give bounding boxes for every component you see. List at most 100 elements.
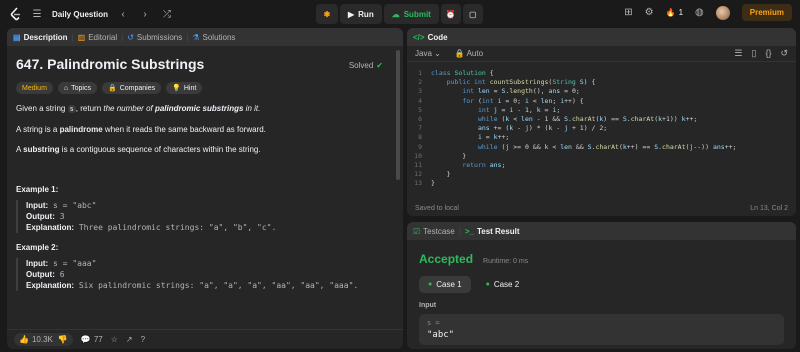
para1-bold-italic: palindromic substrings [154,104,244,113]
case-2-label: Case 2 [493,280,520,289]
thumbs-down-icon: 👎 [57,335,68,344]
input-box: s = "abc" [419,314,784,345]
inline-code: s [67,105,76,113]
hint-tag[interactable]: 💡 Hint [166,82,203,94]
bug-icon: ✱ [323,9,331,19]
example-2-explanation-value: Six palindromic strings: "a", "a", "a", … [78,281,359,290]
input-value: "abc" [427,330,455,340]
tab-description-label: Description [23,32,68,42]
example-2-block: Input: s = "aaa" Output: 6 Explanation: … [16,258,394,291]
settings-gear-icon[interactable]: ⚙ [645,7,654,18]
tab-code-label: Code [427,32,448,42]
solved-label: Solved [348,61,374,70]
reset-icon[interactable]: ↺ [780,48,788,59]
example-2-output-value: 6 [59,270,65,279]
shuffle-icon[interactable]: ⤮ [160,9,174,20]
submit-button[interactable]: ☁ Submit [383,4,439,24]
code-editor[interactable]: 1 class Solution { 2 public int countSubs… [407,62,796,189]
example-1-input: Input: s = "abc" [26,200,394,211]
format-icon[interactable]: ☰ [734,48,742,59]
help-button[interactable]: ? [141,335,145,344]
language-select[interactable]: Java ⌄ [415,49,441,58]
user-avatar[interactable] [715,5,730,20]
para1-text: , return [75,104,104,113]
debug-button[interactable]: ✱ [316,4,338,24]
para1-italic: in it. [243,104,261,113]
tab-divider: | [71,32,74,42]
description-paragraph-3: A substring is a contiguous sequence of … [16,144,394,155]
tag-list: Medium ⌂ Topics 🔒 Companies 💡 Hint [16,82,394,94]
example-1-output-value: 3 [59,212,65,221]
chevron-left-icon[interactable]: ‹ [116,9,130,20]
book-icon: ▥ [77,32,86,42]
chevron-right-icon[interactable]: › [138,9,152,20]
comments-button[interactable]: 💬 77 [81,335,103,344]
play-icon: ▶ [348,9,355,19]
mode-label: Auto [466,49,484,58]
favorite-button[interactable]: ☆ [111,335,118,344]
leetcode-logo-icon[interactable] [10,7,22,21]
run-button[interactable]: ▶ Run [340,4,382,24]
notes-button[interactable]: ▢ [462,4,483,24]
flask-icon: ⚗ [192,32,200,42]
case-1-tab[interactable]: ● Case 1 [419,276,471,293]
dislike-button[interactable]: 👎 [58,335,68,344]
bookmark-icon[interactable]: ▯ [751,48,756,59]
tab-solutions[interactable]: ⚗ Solutions [192,33,235,42]
layout-grid-icon[interactable]: ⊞ [624,7,632,18]
submit-label: Submit [403,9,431,19]
description-tabs: ▤ Description | ▥ Editorial | ↺ Submissions… [7,28,403,46]
page-title[interactable]: Daily Question [52,10,108,19]
document-icon: ▤ [13,32,21,42]
like-button[interactable]: 👍 10.3K [19,335,53,344]
problem-list-icon[interactable]: ☰ [30,9,44,20]
tab-editorial[interactable]: ▥ Editorial [78,33,117,42]
output-label: Output: [26,212,55,221]
streak-counter[interactable]: 🔥 1 [666,8,683,17]
explanation-label: Explanation: [26,281,75,290]
problem-title[interactable]: 647. Palindromic Substrings [16,56,394,72]
notifications-icon[interactable]: ◍ [695,7,704,18]
share-button[interactable]: ↗ [126,335,133,344]
tab-code[interactable]: </> Code [413,33,448,42]
lightbulb-icon: 💡 [172,85,181,92]
tab-testcase[interactable]: ☑ Testcase [413,227,455,236]
description-scrollbar[interactable] [396,50,400,180]
case-tabs: ● Case 1 ● Case 2 [419,276,784,293]
auto-mode-toggle[interactable]: 🔒 Auto [455,49,483,58]
thumbs-up-icon: 👍 [19,335,29,344]
comment-count: 77 [93,335,103,344]
tab-test-result[interactable]: >_ Test Result [465,227,520,236]
topics-tag[interactable]: ⌂ Topics [57,82,97,94]
description-paragraph-1: Given a string s, return the number of p… [16,103,394,115]
note-icon: ▢ [469,9,477,19]
code-panel: </> Code Java ⌄ 🔒 Auto ☰ ▯ {} ↺ 1 class So… [407,28,796,216]
run-label: Run [358,9,374,19]
star-icon: ☆ [110,335,118,344]
premium-button[interactable]: Premium [741,4,792,21]
example-1-input-value: s = "abc" [53,201,97,210]
timer-button[interactable]: ⏰ [440,4,461,24]
cloud-upload-icon: ☁ [391,9,400,19]
tab-editorial-label: Editorial [88,32,118,42]
problem-description: 647. Palindromic Substrings Solved ✔ Medi… [7,46,403,332]
streak-count: 1 [678,8,684,17]
case-2-tab[interactable]: ● Case 2 [477,276,529,293]
output-label: Output: [26,270,55,279]
hint-label: Hint [183,84,197,92]
input-label: Input: [26,259,49,268]
difficulty-badge: Medium [16,82,53,94]
companies-tag[interactable]: 🔒 Companies [101,82,162,94]
description-footer: 👍 10.3K 👎 💬 77 ☆ ↗ ? [7,329,403,349]
tab-submissions[interactable]: ↺ Submissions [127,33,182,42]
verdict-label: Accepted [419,252,474,266]
example-1-explanation: Explanation: Three palindromic strings: … [26,222,394,233]
tab-description[interactable]: ▤ Description [13,33,68,42]
braces-icon[interactable]: {} [765,48,771,59]
terminal-icon: >_ [464,226,474,236]
example-1-title: Example 1: [16,185,59,194]
result-body: Accepted Runtime: 0 ms ● Case 1 ● Case 2 I… [407,240,796,349]
tab-divider: | [121,32,124,42]
code-brackets-icon: </> [413,32,425,42]
tab-test-result-label: Test Result [476,226,520,236]
